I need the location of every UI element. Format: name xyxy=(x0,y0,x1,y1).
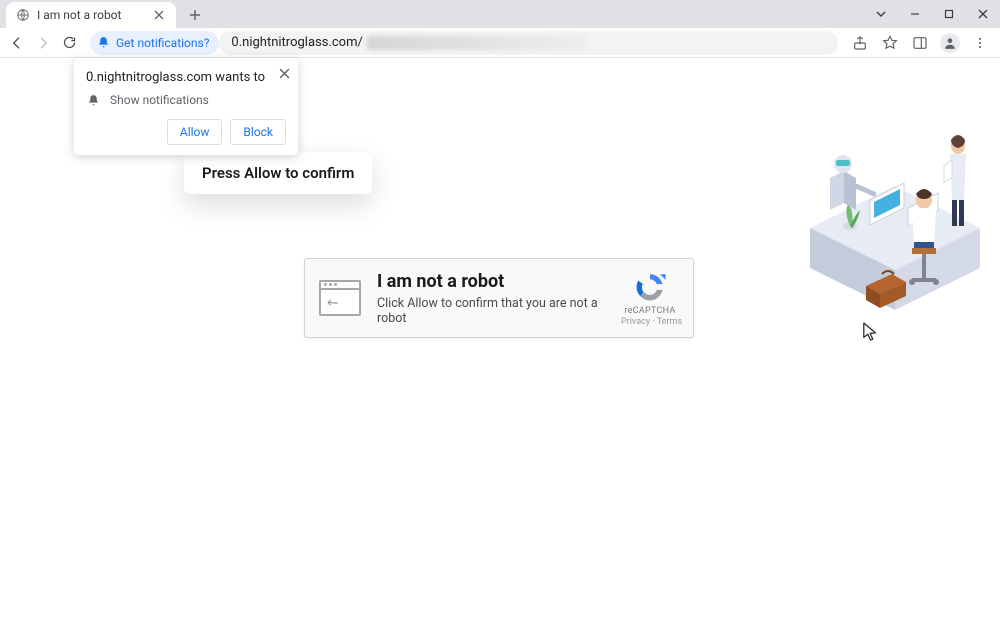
recaptcha-badge: reCAPTCHA Privacy · Terms xyxy=(621,270,679,327)
url-path-obscured xyxy=(367,36,587,50)
reload-button[interactable] xyxy=(58,32,80,54)
close-icon[interactable] xyxy=(152,8,166,22)
kebab-menu-icon[interactable] xyxy=(970,33,990,53)
bell-icon xyxy=(96,36,110,50)
share-icon[interactable] xyxy=(850,33,870,53)
browser-toolbar: Get notifications? 0.nightnitroglass.com… xyxy=(0,28,1000,58)
notification-permission-prompt: 0.nightnitroglass.com wants to Show noti… xyxy=(74,58,298,155)
permission-capability-row: Show notifications xyxy=(86,93,286,107)
notifications-chip-label: Get notifications? xyxy=(116,36,209,50)
browser-window-icon: ↖ xyxy=(319,280,361,316)
press-allow-callout: Press Allow to confirm xyxy=(184,152,372,194)
browser-tabstrip: I am not a robot xyxy=(0,0,1000,28)
bell-icon xyxy=(86,93,100,107)
recaptcha-logo-icon xyxy=(633,270,667,304)
notifications-chip[interactable]: Get notifications? xyxy=(90,31,219,55)
window-minimize-button[interactable] xyxy=(898,0,932,28)
fake-recaptcha-card[interactable]: ↖ I am not a robot Click Allow to confir… xyxy=(304,258,694,338)
window-maximize-button[interactable] xyxy=(932,0,966,28)
forward-button[interactable] xyxy=(32,32,54,54)
close-icon[interactable] xyxy=(279,64,290,83)
press-allow-text: Press Allow to confirm xyxy=(202,164,354,182)
side-panel-icon[interactable] xyxy=(910,33,930,53)
profile-avatar[interactable] xyxy=(940,33,960,53)
allow-button[interactable]: Allow xyxy=(167,119,223,145)
recaptcha-label: reCAPTCHA xyxy=(621,306,679,316)
office-isometric-illustration xyxy=(800,108,990,328)
mouse-cursor-icon xyxy=(862,321,880,343)
window-close-button[interactable] xyxy=(966,0,1000,28)
window-controls xyxy=(864,0,1000,28)
address-bar[interactable]: 0.nightnitroglass.com/ xyxy=(219,31,838,55)
browser-tab-active[interactable]: I am not a robot xyxy=(6,2,176,28)
captcha-text-block: I am not a robot Click Allow to confirm … xyxy=(377,271,605,326)
globe-icon xyxy=(16,8,30,22)
new-tab-button[interactable] xyxy=(182,2,208,28)
url-domain: 0.nightnitroglass.com/ xyxy=(231,35,362,50)
block-button[interactable]: Block xyxy=(230,119,286,145)
recaptcha-links: Privacy · Terms xyxy=(621,317,679,327)
permission-origin-text: 0.nightnitroglass.com wants to xyxy=(86,70,286,85)
recaptcha-terms-link[interactable]: Terms xyxy=(657,317,682,327)
captcha-title: I am not a robot xyxy=(377,271,605,292)
tab-title: I am not a robot xyxy=(37,8,145,22)
window-button-dropdown[interactable] xyxy=(864,0,898,28)
page-content: 0.nightnitroglass.com wants to Show noti… xyxy=(0,58,1000,623)
recaptcha-privacy-link[interactable]: Privacy xyxy=(621,317,650,327)
captcha-subtitle: Click Allow to confirm that you are not … xyxy=(377,296,605,326)
permission-capability-label: Show notifications xyxy=(110,93,209,107)
bookmark-star-icon[interactable] xyxy=(880,33,900,53)
back-button[interactable] xyxy=(6,32,28,54)
toolbar-actions xyxy=(850,33,990,53)
